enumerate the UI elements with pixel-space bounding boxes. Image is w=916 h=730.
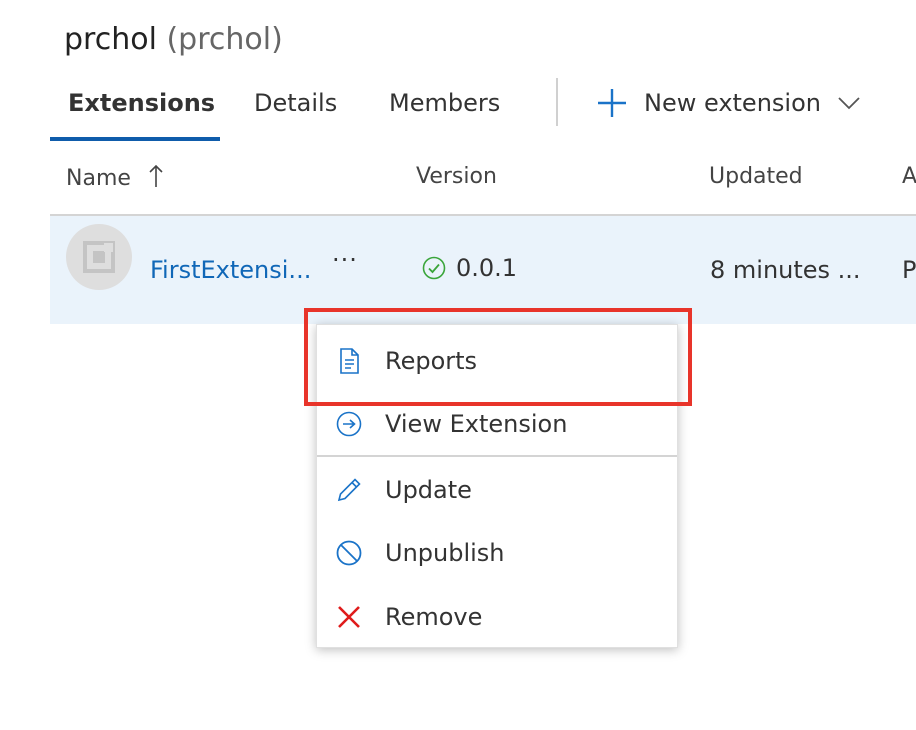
new-extension-label: New extension	[644, 89, 821, 117]
toolbar-divider	[556, 78, 558, 126]
active-tab-indicator	[50, 137, 220, 141]
tab-extensions[interactable]: Extensions	[68, 78, 215, 142]
menu-item-label: Update	[385, 476, 472, 504]
highlight-box	[304, 308, 692, 406]
extension-avatar	[66, 224, 132, 290]
column-header-version[interactable]: Version	[416, 164, 497, 189]
blocked-icon	[336, 540, 362, 566]
menu-separator	[317, 455, 677, 457]
version-value: 0.0.1	[456, 254, 518, 282]
menu-item-label: View Extension	[385, 410, 568, 438]
view-arrow-icon	[336, 411, 362, 437]
version-cell: 0.0.1	[422, 254, 517, 282]
pencil-icon	[337, 478, 361, 502]
more-actions-button[interactable]: ···	[332, 246, 358, 274]
extension-placeholder-icon	[83, 241, 115, 273]
column-name-label: Name	[66, 166, 131, 191]
updated-value: 8 minutes ...	[710, 256, 861, 284]
menu-item-remove[interactable]: Remove	[317, 587, 677, 647]
menu-item-label: Unpublish	[385, 539, 505, 567]
check-circle-icon	[422, 256, 446, 280]
page-title-name: prchol	[64, 22, 157, 57]
table-header: Name Version Updated A	[50, 144, 916, 216]
page-title: prchol (prchol)	[64, 22, 283, 57]
column-header-author[interactable]: A	[902, 164, 916, 189]
tab-members[interactable]: Members	[389, 78, 500, 142]
tab-bar: Extensions Details Members New extension	[50, 78, 916, 142]
extension-name-link[interactable]: FirstExtensi...	[150, 256, 311, 284]
author-value: P	[902, 256, 916, 284]
new-extension-button[interactable]: New extension	[596, 78, 861, 128]
remove-x-icon	[338, 606, 360, 628]
menu-item-unpublish[interactable]: Unpublish	[317, 523, 677, 583]
page-title-sub: (prchol)	[166, 22, 283, 57]
menu-item-label: Remove	[385, 603, 483, 631]
tab-details[interactable]: Details	[254, 78, 337, 142]
plus-icon	[598, 89, 626, 117]
column-header-updated[interactable]: Updated	[709, 164, 803, 189]
chevron-down-icon	[838, 97, 860, 110]
menu-item-update[interactable]: Update	[317, 460, 677, 520]
column-header-name[interactable]: Name	[66, 164, 164, 191]
sort-ascending-icon	[149, 164, 163, 187]
